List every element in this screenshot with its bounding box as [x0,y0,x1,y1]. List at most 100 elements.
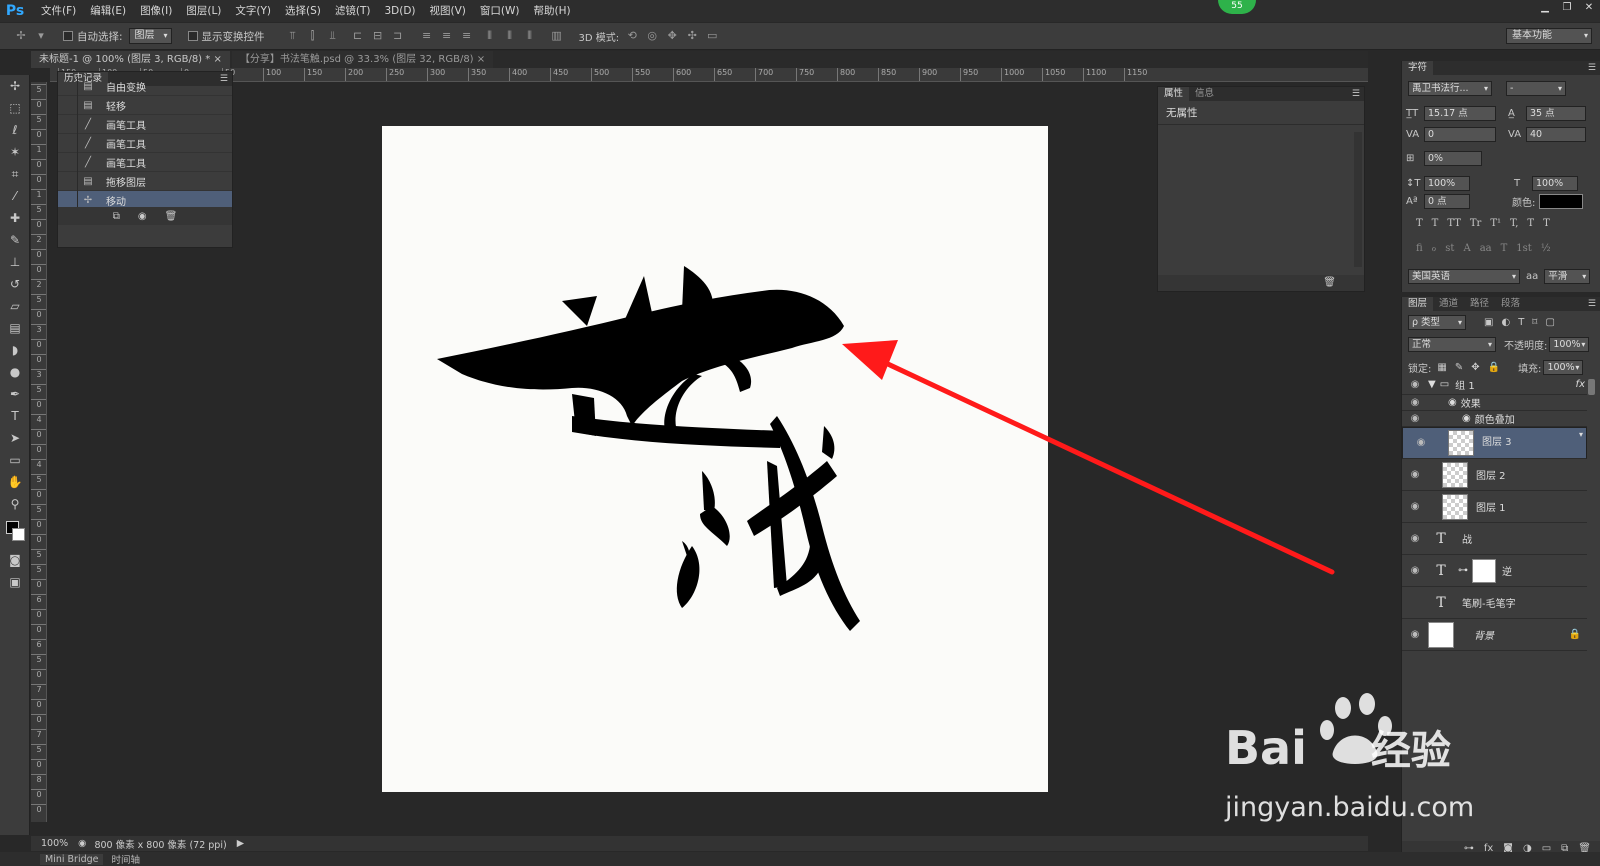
text-style-button[interactable]: T [1543,218,1550,229]
align-hcenter-icon[interactable]: ⊟ [371,29,385,43]
distribute-left-icon[interactable]: ⦀ [483,29,497,43]
brush-tool-icon[interactable]: ✎ [0,229,30,251]
layer-name[interactable]: 笔刷-毛笔字 [1462,595,1516,610]
history-item[interactable]: ▤ 拖移图层 [58,171,232,191]
panel-menu-icon[interactable]: ☰ [1588,63,1596,73]
menu-item[interactable]: 编辑(E) [83,0,133,22]
effect-eye-icon[interactable]: ◉ [1448,397,1457,408]
distribute-hcenter-icon[interactable]: ⦀ [503,29,517,43]
type-tool-icon[interactable]: T [0,405,30,427]
menu-item[interactable]: 文字(Y) [228,0,278,22]
move-tool-icon[interactable]: ✢ [0,75,30,97]
layer-row[interactable]: ◉ T ⊶ 逆 [1402,555,1587,587]
pen-tool-icon[interactable]: ✒ [0,383,30,405]
layer-row[interactable]: ◉ T 战 [1402,523,1587,555]
tracking-field[interactable]: 40 [1526,127,1586,142]
layer-name[interactable]: 组 1 [1455,377,1475,392]
close-icon[interactable]: × [477,54,485,65]
align-vcenter-icon[interactable]: ⫿ [306,29,320,43]
show-transform-checkbox[interactable] [187,31,198,41]
text-style-button[interactable]: T [1527,218,1534,229]
distribute-vcenter-icon[interactable]: ≡ [440,29,454,43]
auto-select-checkbox[interactable] [63,31,73,41]
photoshop-logo[interactable]: Ps [0,0,30,22]
opentype-button[interactable]: aa [1480,243,1492,254]
workspace-dropdown[interactable]: 基本功能 [1506,28,1592,44]
3d-scale-icon[interactable]: ▭ [705,29,719,43]
history-source-checkbox[interactable] [58,133,78,153]
lock-all-icon[interactable]: 🔒 [1488,362,1500,373]
effect-eye-icon[interactable]: ◉ [1462,413,1471,424]
menu-item[interactable]: 图像(I) [133,0,179,22]
layer-row[interactable]: ◉ ◉ 效果 [1402,395,1587,411]
visibility-eye-icon[interactable]: ◉ [1402,379,1428,390]
font-size-field[interactable]: 15.17 点 [1424,106,1496,121]
align-left-icon[interactable]: ⊏ [351,29,365,43]
visibility-eye-icon[interactable]: ◉ [1402,413,1428,424]
text-style-button[interactable]: T [1416,218,1423,229]
zoom-tool-icon[interactable]: ⚲ [0,493,30,515]
lock-pixels-icon[interactable]: ✎ [1455,362,1463,373]
magic-wand-tool-icon[interactable]: ✶ [0,141,30,163]
close-icon[interactable]: × [213,54,221,65]
history-item[interactable]: ▤ 轻移 [58,95,232,115]
visibility-eye-icon[interactable]: ◉ [1402,469,1428,480]
trash-icon[interactable]: 🗑 [165,211,178,222]
opentype-button[interactable]: fi [1416,243,1423,254]
dodge-tool-icon[interactable]: ● [0,361,30,383]
menu-item[interactable]: 视图(V) [423,0,473,22]
lock-icon[interactable]: 🔒 [1569,629,1581,640]
text-style-button[interactable]: T¹ [1490,218,1501,229]
document-canvas[interactable] [382,126,1048,792]
tab-untitled-1[interactable]: 未标题-1 @ 100% (图层 3, RGB/8) * × [31,51,230,68]
menu-item[interactable]: 3D(D) [377,0,422,22]
opentype-button[interactable]: ½ [1541,243,1551,254]
lock-position-icon[interactable]: ✥ [1471,362,1479,373]
history-source-checkbox[interactable] [58,95,78,115]
layer-row[interactable]: ◉ 图层 1 [1402,491,1587,523]
panel-menu-icon[interactable]: ☰ [1588,299,1596,309]
panel-menu-icon[interactable]: ☰ [1352,89,1360,99]
history-source-checkbox[interactable] [58,77,78,96]
layer-name[interactable]: 图层 3 [1482,436,1512,450]
visibility-eye-icon[interactable]: ◉ [1402,397,1428,408]
distribute-right-icon[interactable]: ⦀ [523,29,537,43]
visibility-eye-icon[interactable]: ◉ [1408,436,1434,450]
fill-field[interactable]: 100% [1543,360,1584,375]
tool-preset-dropdown-icon[interactable]: ▾ [34,29,48,43]
tab-mini-bridge[interactable]: Mini Bridge [40,853,104,865]
history-source-checkbox[interactable] [58,114,78,134]
text-style-button[interactable]: T, [1510,218,1518,229]
antialias-dropdown[interactable]: 平滑 [1544,269,1591,284]
eraser-tool-icon[interactable]: ▱ [0,295,30,317]
baseline-shift-field[interactable]: 0 点 [1424,194,1470,209]
hand-tool-icon[interactable]: ✋ [0,471,30,493]
path-select-tool-icon[interactable]: ➤ [0,427,30,449]
menu-item[interactable]: 图层(L) [179,0,228,22]
tab-info[interactable]: 信息 [1189,87,1221,101]
history-item[interactable]: ╱ 画笔工具 [58,133,232,153]
menu-item[interactable]: 文件(F) [34,0,83,22]
lasso-tool-icon[interactable]: ℓ [0,119,30,141]
opentype-button[interactable]: T [1501,243,1508,254]
healing-tool-icon[interactable]: ✚ [0,207,30,229]
vertical-scale-field[interactable]: 100% [1424,176,1470,191]
blur-tool-icon[interactable]: ◗ [0,339,30,361]
distribute-top-icon[interactable]: ≡ [420,29,434,43]
menu-item[interactable]: 滤镜(T) [328,0,378,22]
tab-properties[interactable]: 属性 [1158,87,1190,101]
tab-layers-panel[interactable]: 路径 [1464,297,1496,311]
opentype-button[interactable]: ℴ [1432,243,1437,254]
blend-mode-dropdown[interactable]: 正常 [1408,337,1496,352]
expand-arrow-icon[interactable]: ▼ [1428,379,1436,390]
status-menu-arrow-icon[interactable]: ▶ [237,838,244,849]
filter-adjust-icon[interactable]: ◐ [1501,317,1510,328]
3d-drag-icon[interactable]: ✥ [665,29,679,43]
layer-filter-dropdown[interactable]: ρ 类型 [1408,315,1466,330]
color-swatches-icon[interactable] [0,515,30,549]
layer-name[interactable]: 效果 [1461,395,1481,410]
distribute-bottom-icon[interactable]: ≡ [460,29,474,43]
crop-tool-icon[interactable]: ⌗ [0,163,30,185]
history-source-checkbox[interactable] [58,190,78,207]
layer-row[interactable]: ◉ ◉ 颜色叠加 [1402,411,1587,427]
